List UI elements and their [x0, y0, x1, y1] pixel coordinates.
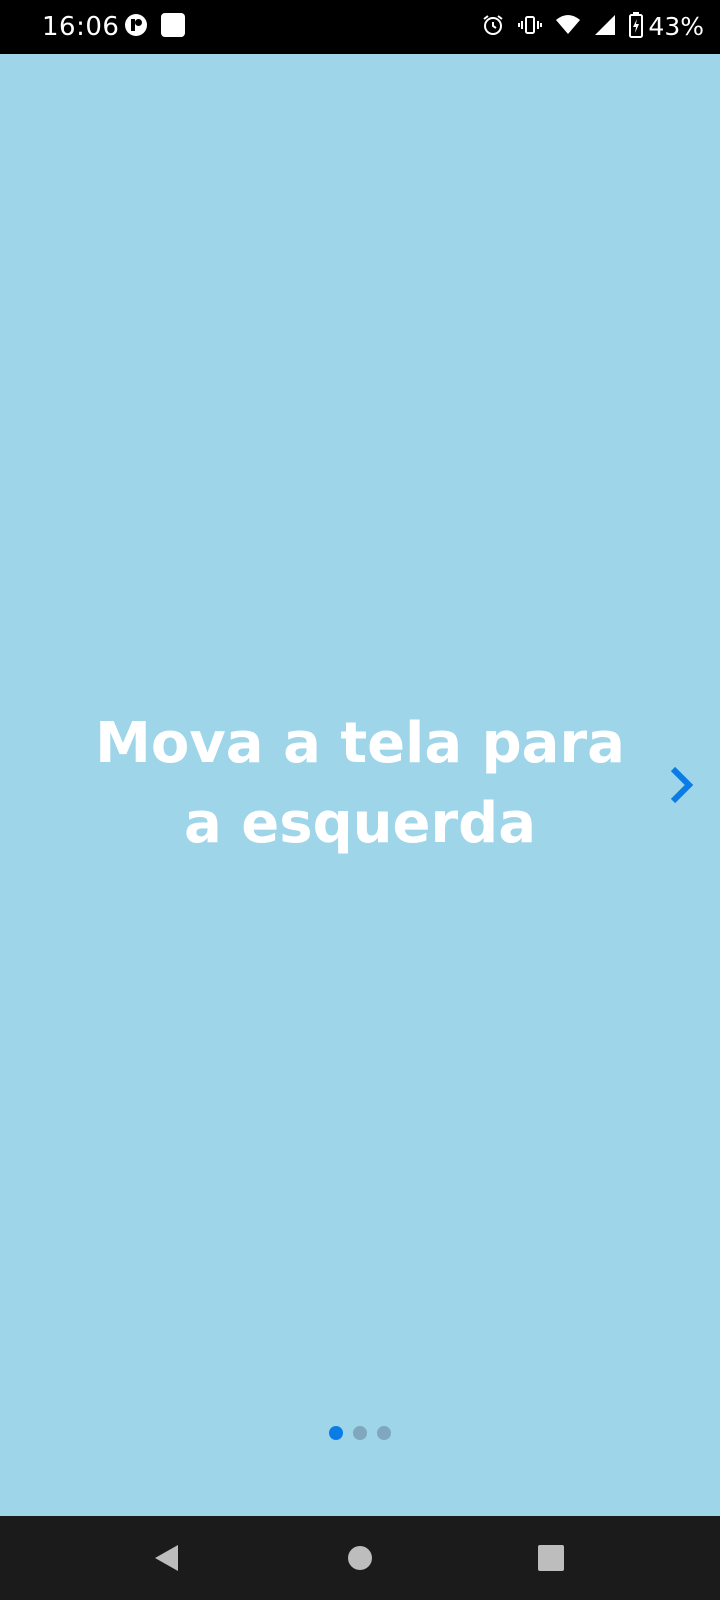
battery-charging-icon — [629, 12, 644, 42]
battery-percent: 43% — [648, 12, 704, 41]
signal-icon — [594, 14, 616, 40]
chevron-right-icon — [670, 766, 694, 804]
onboarding-screen: 16:06 43% Mova a tela para a esquerda — [0, 0, 720, 1600]
back-icon — [155, 1545, 178, 1571]
onboarding-page[interactable]: Mova a tela para a esquerda — [0, 54, 720, 1516]
status-bar: 16:06 43% — [0, 0, 720, 54]
page-dot-1[interactable] — [329, 1426, 343, 1440]
navigation-bar — [0, 1516, 720, 1600]
back-button[interactable] — [152, 1542, 184, 1574]
page-dot-3[interactable] — [377, 1426, 391, 1440]
wifi-icon — [555, 13, 581, 41]
status-notification-icons — [124, 12, 186, 42]
page-dot-2[interactable] — [353, 1426, 367, 1440]
headline-line-2: a esquerda — [183, 791, 537, 856]
onboarding-headline: Mova a tela para a esquerda — [60, 704, 660, 864]
headline-line-1: Mova a tela para — [95, 711, 625, 776]
status-system-icons: 43% — [481, 12, 704, 42]
vibrate-icon — [518, 13, 543, 41]
page-indicator — [0, 1426, 720, 1440]
home-button[interactable] — [344, 1542, 376, 1574]
home-icon — [348, 1546, 372, 1570]
alarm-icon — [481, 13, 505, 41]
app-notification-icon — [124, 13, 148, 41]
square-notification-icon — [160, 12, 186, 42]
recents-icon — [538, 1545, 564, 1571]
next-page-button[interactable] — [668, 765, 696, 805]
recents-button[interactable] — [535, 1542, 567, 1574]
status-time: 16:06 — [42, 12, 120, 42]
